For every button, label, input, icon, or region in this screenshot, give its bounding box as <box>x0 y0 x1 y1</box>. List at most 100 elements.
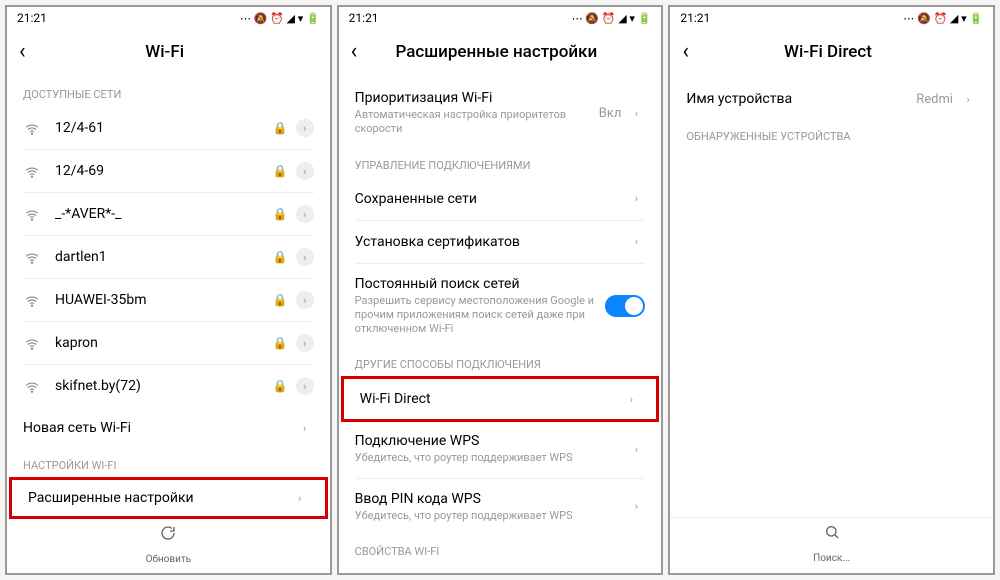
wifi-icon <box>23 250 41 264</box>
chevron-right-icon: › <box>296 377 314 395</box>
scan-title: Постоянный поиск сетей <box>355 276 606 292</box>
section-other: ДРУГИЕ СПОСОБЫ ПОДКЛЮЧЕНИЯ <box>339 348 662 377</box>
chevron-right-icon: › <box>296 334 314 352</box>
wps-pin-title: Ввод PIN кода WPS <box>355 491 628 507</box>
lock-icon: 🔒 <box>273 207 288 221</box>
always-scan[interactable]: Постоянный поиск сетей Разрешить сервису… <box>339 264 662 349</box>
chevron-right-icon: › <box>296 248 314 266</box>
status-time: 21:21 <box>680 11 710 25</box>
refresh-icon[interactable] <box>7 525 330 545</box>
new-network[interactable]: Новая сеть Wi-Fi › <box>7 407 330 449</box>
status-bar: 21:21 ⋯ 🔕 ⏰ ◢ ▾ 🔋 <box>670 7 993 29</box>
section-discovered: ОБНАРУЖЕННЫЕ УСТРОЙСТВА <box>670 120 993 149</box>
chevron-right-icon: › <box>959 90 977 108</box>
bottom-bar: Обновить <box>7 518 330 574</box>
scan-toggle[interactable] <box>605 295 645 317</box>
network-row[interactable]: 12/4-69🔒 › <box>7 150 330 192</box>
page-title: Wi-Fi Direct <box>675 42 981 62</box>
lock-icon: 🔒 <box>273 379 288 393</box>
priority-sub: Автоматическая настройка приоритетов ско… <box>355 108 599 137</box>
search-icon[interactable] <box>670 524 993 544</box>
section-settings: НАСТРОЙКИ WI-FI <box>7 449 330 478</box>
network-name: 12/4-61 <box>55 120 273 136</box>
certs-label: Установка сертификатов <box>355 234 628 250</box>
wifi-priority[interactable]: Приоритизация Wi-Fi Автоматическая настр… <box>339 78 662 149</box>
wps-title: Подключение WPS <box>355 433 628 449</box>
screen-advanced: 21:21 ⋯ 🔕 ⏰ ◢ ▾ 🔋 ‹ Расширенные настройк… <box>337 5 664 575</box>
chevron-right-icon: › <box>291 489 309 507</box>
advanced-settings[interactable]: Расширенные настройки › <box>9 477 328 519</box>
device-name-value: Redmi <box>916 92 953 107</box>
lock-icon: 🔒 <box>273 293 288 307</box>
priority-title: Приоритизация Wi-Fi <box>355 90 599 106</box>
wifi-icon <box>23 336 41 350</box>
bottom-bar: Поиск... <box>670 517 993 573</box>
network-row[interactable]: skifnet.by(72)🔒 › <box>7 365 330 407</box>
wifi-icon <box>23 164 41 178</box>
wifi-direct[interactable]: Wi-Fi Direct › <box>341 376 660 422</box>
device-name-label: Имя устройства <box>686 91 916 107</box>
chevron-right-icon: › <box>627 104 645 122</box>
network-name: dartlen1 <box>55 249 273 265</box>
network-name: kapron <box>55 335 273 351</box>
wps-sub: Убедитесь, что роутер поддерживает WPS <box>355 451 628 465</box>
wifi-icon <box>23 379 41 393</box>
network-row[interactable]: HUAWEI-35bm🔒 › <box>7 279 330 321</box>
network-row[interactable]: dartlen1🔒 › <box>7 236 330 278</box>
status-time: 21:21 <box>349 11 379 25</box>
wps-pin[interactable]: Ввод PIN кода WPS Убедитесь, что роутер … <box>339 479 662 535</box>
status-icons: ⋯ 🔕 ⏰ ◢ ▾ 🔋 <box>903 12 983 25</box>
lock-icon: 🔒 <box>273 121 288 135</box>
chevron-right-icon: › <box>296 291 314 309</box>
chevron-right-icon: › <box>296 119 314 137</box>
search-label: Поиск... <box>813 553 850 564</box>
lock-icon: 🔒 <box>273 250 288 264</box>
scan-sub: Разрешить сервису местоположения Google … <box>355 294 606 337</box>
status-bar: 21:21 ⋯ 🔕 ⏰ ◢ ▾ 🔋 <box>339 7 662 29</box>
chevron-right-icon: › <box>627 190 645 208</box>
section-connections: УПРАВЛЕНИЕ ПОДКЛЮЧЕНИЯМИ <box>339 149 662 178</box>
page-title: Расширенные настройки <box>343 42 649 62</box>
wps-pin-sub: Убедитесь, что роутер поддерживает WPS <box>355 509 628 523</box>
chevron-right-icon: › <box>296 162 314 180</box>
network-row[interactable]: 12/4-61🔒 › <box>7 107 330 149</box>
network-name: HUAWEI-35bm <box>55 292 273 308</box>
chevron-right-icon: › <box>627 233 645 251</box>
chevron-right-icon: › <box>622 390 640 408</box>
header: ‹ Расширенные настройки <box>339 29 662 78</box>
refresh-label: Обновить <box>146 554 192 565</box>
chevron-right-icon: › <box>627 441 645 459</box>
wifi-icon <box>23 293 41 307</box>
new-network-label: Новая сеть Wi-Fi <box>23 420 296 436</box>
section-properties: СВОЙСТВА WI-FI <box>339 535 662 564</box>
section-available: ДОСТУПНЫЕ СЕТИ <box>7 78 330 107</box>
network-name: _-*AVER*-_ <box>55 206 273 222</box>
screen-wifi: 21:21 ⋯ 🔕 ⏰ ◢ ▾ 🔋 ‹ Wi-Fi ДОСТУПНЫЕ СЕТИ… <box>5 5 332 575</box>
network-row[interactable]: kapron🔒 › <box>7 322 330 364</box>
network-name: skifnet.by(72) <box>55 378 273 394</box>
install-certs[interactable]: Установка сертификатов › <box>339 221 662 263</box>
lock-icon: 🔒 <box>273 336 288 350</box>
status-bar: 21:21 ⋯ 🔕 ⏰ ◢ ▾ 🔋 <box>7 7 330 29</box>
advanced-label: Расширенные настройки <box>28 490 291 506</box>
header: ‹ Wi-Fi <box>7 29 330 78</box>
saved-label: Сохраненные сети <box>355 191 628 207</box>
page-title: Wi-Fi <box>12 42 318 62</box>
network-name: 12/4-69 <box>55 163 273 179</box>
wifi-direct-label: Wi-Fi Direct <box>360 391 623 407</box>
chevron-right-icon: › <box>296 419 314 437</box>
device-name[interactable]: Имя устройства Redmi › <box>670 78 993 120</box>
status-icons: ⋯ 🔕 ⏰ ◢ ▾ 🔋 <box>572 12 652 25</box>
header: ‹ Wi-Fi Direct <box>670 29 993 78</box>
wifi-icon <box>23 121 41 135</box>
status-time: 21:21 <box>17 11 47 25</box>
wifi-icon <box>23 207 41 221</box>
wps-connect[interactable]: Подключение WPS Убедитесь, что роутер по… <box>339 421 662 477</box>
saved-networks[interactable]: Сохраненные сети › <box>339 178 662 220</box>
priority-value: Вкл <box>599 106 622 121</box>
chevron-right-icon: › <box>627 498 645 516</box>
screen-wifi-direct: 21:21 ⋯ 🔕 ⏰ ◢ ▾ 🔋 ‹ Wi-Fi Direct Имя уст… <box>668 5 995 575</box>
chevron-right-icon: › <box>296 205 314 223</box>
lock-icon: 🔒 <box>273 164 288 178</box>
network-row[interactable]: _-*AVER*-_🔒 › <box>7 193 330 235</box>
